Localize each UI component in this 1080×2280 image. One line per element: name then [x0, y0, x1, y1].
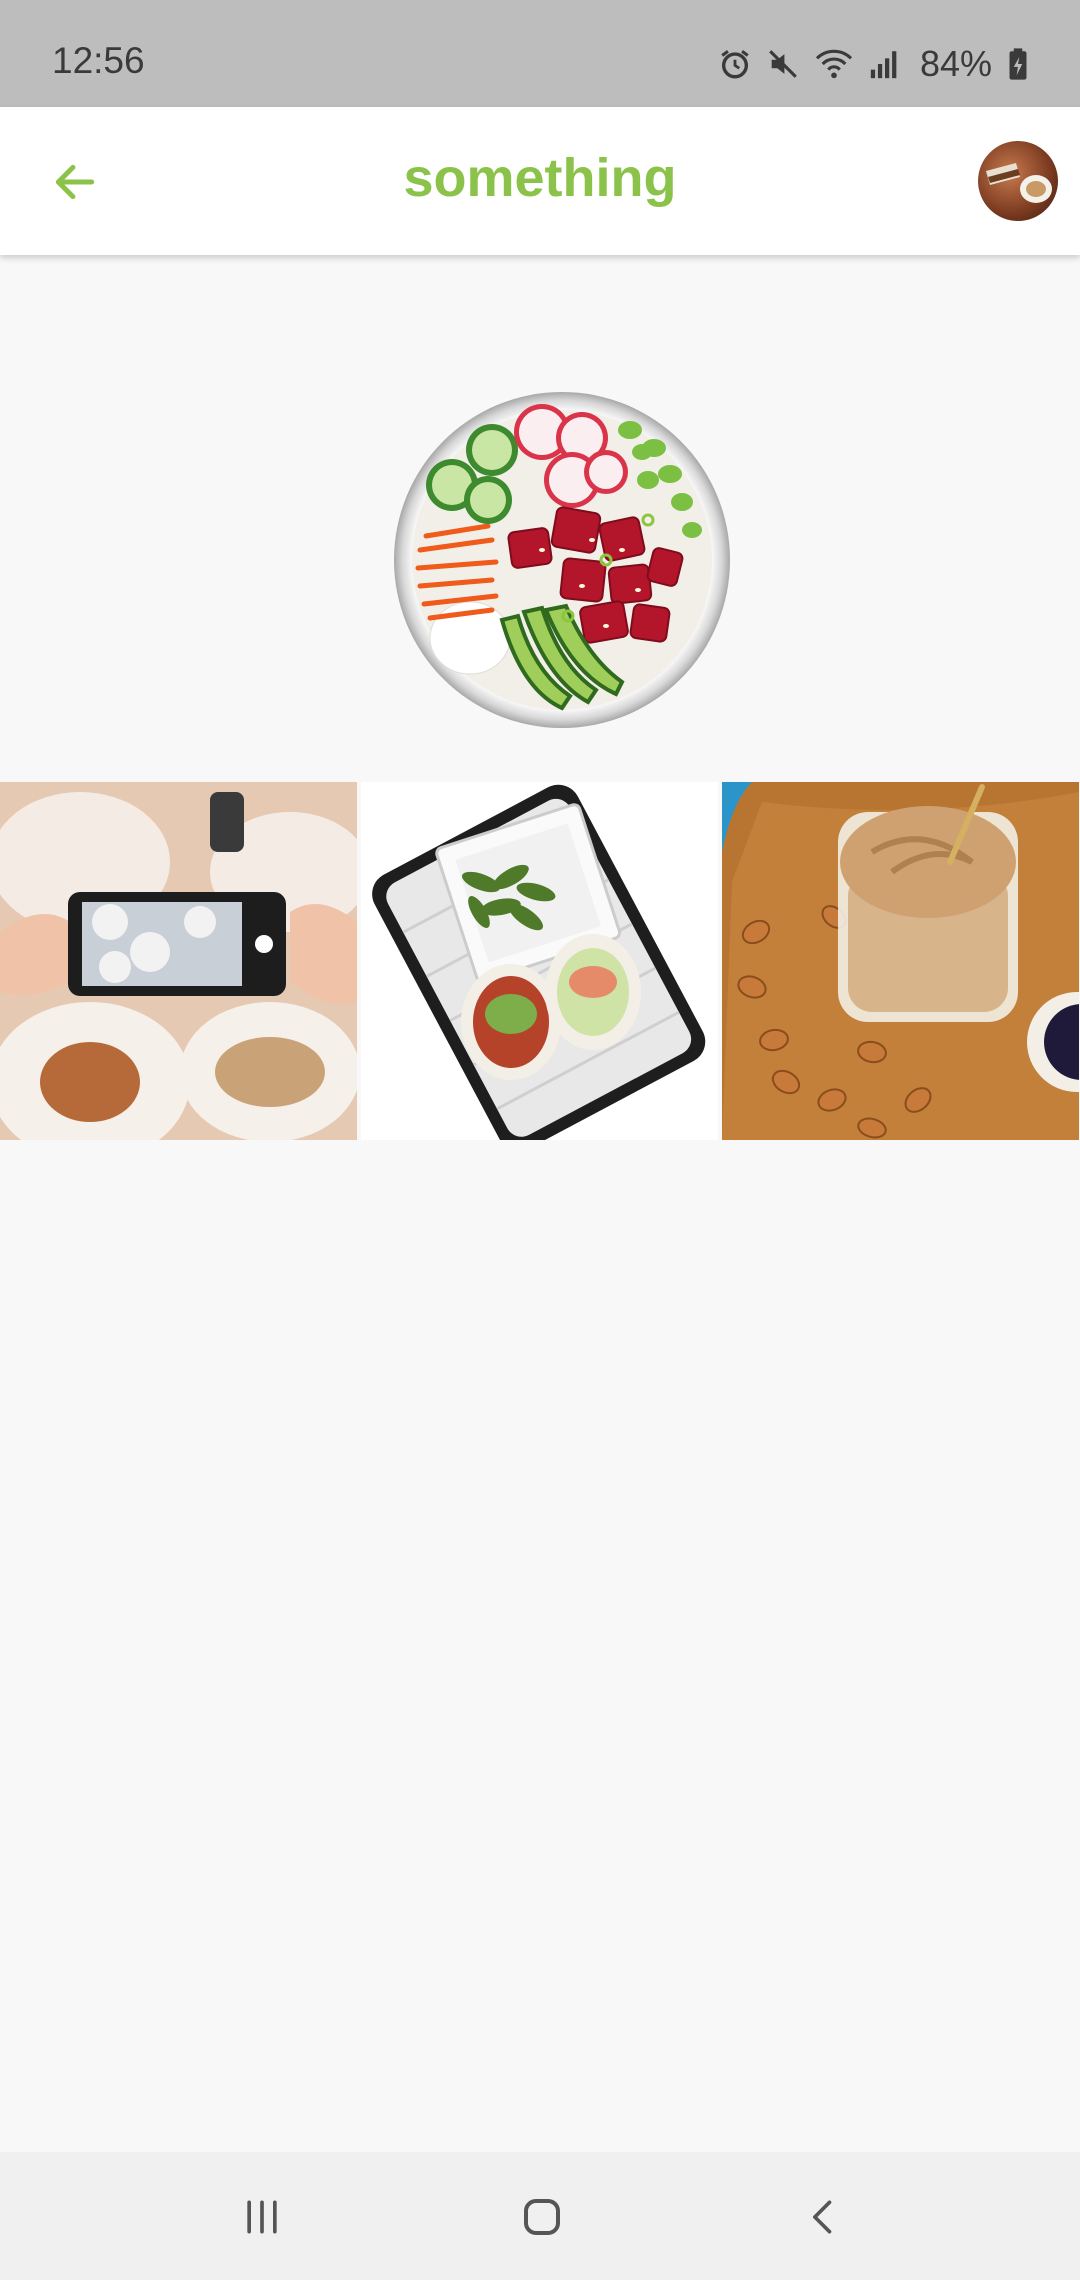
recents-button[interactable]	[222, 2182, 302, 2252]
phone-photographing-food-image	[0, 782, 357, 1140]
home-icon	[524, 2199, 560, 2235]
almond-butter-jar-image	[722, 782, 1079, 1140]
system-nav-bar	[0, 2152, 1080, 2280]
status-icons: 84%	[718, 43, 1030, 84]
grid-tile-almond-butter[interactable]	[722, 782, 1079, 1140]
wifi-icon	[814, 47, 854, 81]
status-time: 12:56	[52, 40, 145, 81]
app-bar: something	[0, 107, 1080, 255]
battery-icon	[1006, 47, 1030, 81]
photo-grid	[0, 782, 1080, 1140]
alarm-icon	[718, 47, 752, 81]
signal-icon	[868, 47, 902, 81]
back-icon	[813, 2200, 832, 2234]
avatar[interactable]	[978, 141, 1058, 221]
home-button[interactable]	[502, 2182, 582, 2252]
edamame-and-bao-tray-image	[361, 782, 718, 1140]
recents-icon	[247, 2200, 277, 2234]
poke-bowl-image[interactable]	[392, 390, 732, 730]
back-nav-button[interactable]	[784, 2182, 864, 2252]
page-title: something	[403, 148, 677, 208]
status-bar: 12:56 84%	[0, 0, 1080, 107]
mute-icon	[766, 47, 800, 81]
grid-tile-phone-photo[interactable]	[0, 782, 357, 1140]
grid-tile-edamame-bao[interactable]	[361, 782, 718, 1140]
battery-percent: 84%	[919, 43, 992, 84]
